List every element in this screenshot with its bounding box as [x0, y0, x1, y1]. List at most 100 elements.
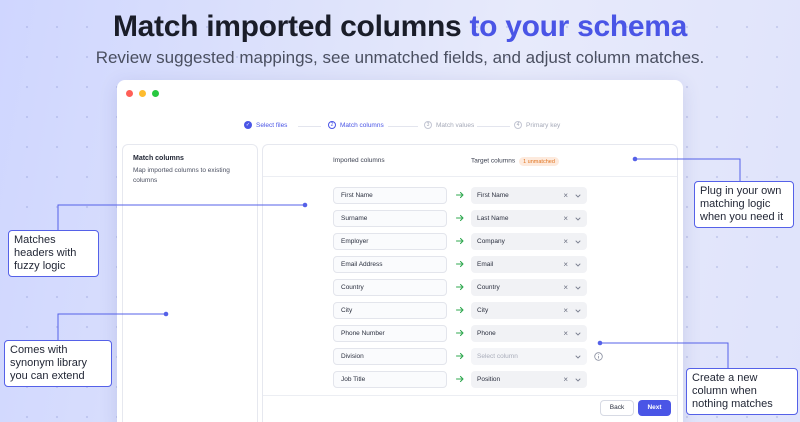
- target-column-value: Last Name: [477, 215, 509, 222]
- arrow-right-icon: [455, 352, 464, 360]
- arrow-right-icon: [455, 306, 464, 314]
- next-button[interactable]: Next: [638, 400, 671, 416]
- arrow-right-icon: [455, 260, 464, 268]
- footer-divider: [263, 395, 677, 396]
- target-columns-header: Target columns 1 unmatched: [471, 157, 559, 166]
- imported-column-field: Employer: [333, 233, 447, 250]
- target-column-value: Position: [477, 376, 501, 383]
- imported-columns-header: Imported columns: [333, 157, 385, 164]
- imported-column-field: Surname: [333, 210, 447, 227]
- chevron-down-icon[interactable]: [575, 239, 581, 245]
- step-connector: [477, 126, 510, 127]
- chevron-down-icon[interactable]: [575, 308, 581, 314]
- step-primary-key[interactable]: 4 Primary key: [514, 121, 560, 129]
- chevron-down-icon[interactable]: [575, 331, 581, 337]
- arrow-right-icon: [455, 214, 464, 222]
- target-column-select[interactable]: First Name ×: [471, 187, 587, 204]
- check-circle-icon: ✓: [244, 121, 252, 129]
- close-icon[interactable]: ×: [563, 210, 568, 227]
- target-column-select[interactable]: Phone ×: [471, 325, 587, 342]
- hero-title-plain: Match imported columns: [112, 10, 470, 43]
- table-row: Country Country ×: [263, 279, 677, 297]
- target-placeholder: Select column: [477, 353, 518, 360]
- arrow-right-icon: [455, 283, 464, 291]
- target-columns-label: Target columns: [471, 157, 516, 165]
- chevron-down-icon[interactable]: [575, 377, 581, 383]
- close-icon[interactable]: ×: [563, 233, 568, 250]
- target-column-select[interactable]: Company ×: [471, 233, 587, 250]
- target-column-value: First Name: [477, 192, 509, 199]
- step-match-columns[interactable]: 2 Match columns: [328, 121, 384, 129]
- imported-column-field: Email Address: [333, 256, 447, 273]
- back-button[interactable]: Back: [600, 400, 634, 416]
- window-controls: [126, 90, 159, 97]
- arrow-right-icon: [455, 375, 464, 383]
- table-row: Phone Number Phone ×: [263, 325, 677, 343]
- imported-column-field: Job Title: [333, 371, 447, 388]
- hero-title: Match imported columns to your schema: [0, 10, 800, 44]
- step-number: 4: [514, 121, 522, 129]
- target-column-value: Company: [477, 238, 505, 245]
- step-label: Match columns: [340, 121, 384, 129]
- target-column-select[interactable]: Position ×: [471, 371, 587, 388]
- target-column-select-empty[interactable]: Select column: [471, 348, 587, 365]
- step-number: 3: [424, 121, 432, 129]
- mapping-panel: Imported columns Target columns 1 unmatch…: [262, 144, 678, 422]
- step-match-values[interactable]: 3 Match values: [424, 121, 474, 129]
- close-icon[interactable]: ×: [563, 325, 568, 342]
- info-icon[interactable]: [594, 352, 603, 361]
- arrow-right-icon: [455, 191, 464, 199]
- close-icon[interactable]: ×: [563, 371, 568, 388]
- imported-column-field: Country: [333, 279, 447, 296]
- step-label: Select files: [256, 121, 288, 129]
- close-icon[interactable]: ×: [563, 187, 568, 204]
- imported-column-field: Division: [333, 348, 447, 365]
- target-column-select[interactable]: Last Name ×: [471, 210, 587, 227]
- arrow-right-icon: [455, 237, 464, 245]
- callout-new-column: Create a new column when nothing matches: [686, 368, 798, 415]
- target-column-select[interactable]: Country ×: [471, 279, 587, 296]
- sidebar-description: Map imported columns to existing columns: [133, 167, 230, 184]
- table-row: Job Title Position ×: [263, 371, 677, 389]
- imported-column-field: First Name: [333, 187, 447, 204]
- imported-column-field: Phone Number: [333, 325, 447, 342]
- step-number: 2: [328, 121, 336, 129]
- target-column-value: City: [477, 307, 489, 314]
- app-window: ✓ Select files 2 Match columns 3 Match v…: [117, 80, 683, 422]
- target-column-value: Phone: [477, 330, 496, 337]
- sidebar-title: Match columns: [133, 155, 184, 162]
- close-icon[interactable]: ×: [563, 302, 568, 319]
- callout-fuzzy-logic: Matches headers with fuzzy logic: [8, 230, 99, 277]
- target-column-value: Country: [477, 284, 500, 291]
- step-select-files[interactable]: ✓ Select files: [244, 121, 287, 129]
- table-row: Email Address Email ×: [263, 256, 677, 274]
- imported-column-field: City: [333, 302, 447, 319]
- chevron-down-icon[interactable]: [575, 262, 581, 268]
- close-icon[interactable]: ×: [563, 256, 568, 273]
- chevron-down-icon[interactable]: [575, 354, 581, 360]
- target-column-select[interactable]: Email ×: [471, 256, 587, 273]
- table-row: Division Select column: [263, 348, 677, 366]
- step-connector: [298, 126, 321, 127]
- hero-subtitle: Review suggested mappings, see unmatched…: [95, 48, 705, 67]
- chevron-down-icon[interactable]: [575, 193, 581, 199]
- maximize-window-dot[interactable]: [152, 90, 159, 97]
- chevron-down-icon[interactable]: [575, 285, 581, 291]
- hero-title-accent: to your schema: [469, 10, 688, 43]
- close-icon[interactable]: ×: [563, 279, 568, 296]
- unmatched-badge: 1 unmatched: [519, 157, 559, 166]
- minimize-window-dot[interactable]: [139, 90, 146, 97]
- target-column-select[interactable]: City ×: [471, 302, 587, 319]
- sidebar-panel: Match columns Map imported columns to ex…: [122, 144, 258, 422]
- step-label: Match values: [436, 121, 475, 129]
- header-divider: [263, 176, 677, 177]
- chevron-down-icon[interactable]: [575, 216, 581, 222]
- table-row: Surname Last Name ×: [263, 210, 677, 228]
- callout-plugin-logic: Plug in your own matching logic when you…: [694, 181, 794, 228]
- stepper: ✓ Select files 2 Match columns 3 Match v…: [117, 121, 683, 133]
- close-window-dot[interactable]: [126, 90, 133, 97]
- callout-synonym-library: Comes with synonym library you can exten…: [4, 340, 112, 387]
- table-row: Employer Company ×: [263, 233, 677, 251]
- target-column-value: Email: [477, 261, 494, 268]
- step-label: Primary key: [526, 121, 561, 129]
